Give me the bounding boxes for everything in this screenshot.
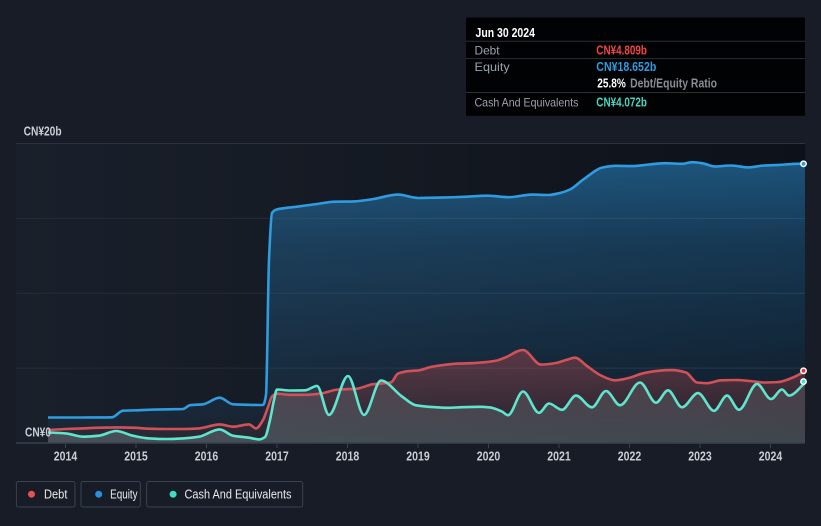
svg-text:Debt: Debt	[44, 488, 68, 502]
svg-text:2022: 2022	[618, 449, 641, 464]
svg-text:2021: 2021	[547, 449, 570, 464]
svg-text:Cash And Equivalents: Cash And Equivalents	[475, 96, 579, 110]
svg-text:2018: 2018	[336, 449, 359, 464]
svg-text:Equity: Equity	[475, 60, 510, 74]
svg-text:2023: 2023	[688, 449, 711, 464]
svg-text:CN¥18.652b: CN¥18.652b	[596, 60, 656, 74]
svg-text:Equity: Equity	[110, 488, 138, 502]
svg-text:2014: 2014	[54, 449, 78, 464]
svg-text:CN¥20b: CN¥20b	[24, 125, 62, 139]
svg-text:Debt: Debt	[475, 44, 501, 58]
svg-text:25.8%: 25.8%	[597, 77, 626, 91]
svg-text:Jun 30 2024: Jun 30 2024	[476, 26, 535, 40]
svg-text:CN¥4.809b: CN¥4.809b	[596, 44, 647, 58]
svg-text:CN¥0: CN¥0	[25, 426, 51, 440]
svg-text:2024: 2024	[759, 449, 783, 464]
svg-text:2020: 2020	[477, 449, 500, 464]
svg-text:Debt/Equity Ratio: Debt/Equity Ratio	[630, 77, 717, 91]
svg-text:2019: 2019	[406, 449, 429, 464]
svg-text:2017: 2017	[265, 449, 288, 464]
svg-text:2016: 2016	[195, 449, 218, 464]
svg-text:2015: 2015	[124, 449, 147, 464]
svg-text:CN¥4.072b: CN¥4.072b	[596, 96, 647, 110]
svg-text:Cash And Equivalents: Cash And Equivalents	[185, 488, 292, 502]
